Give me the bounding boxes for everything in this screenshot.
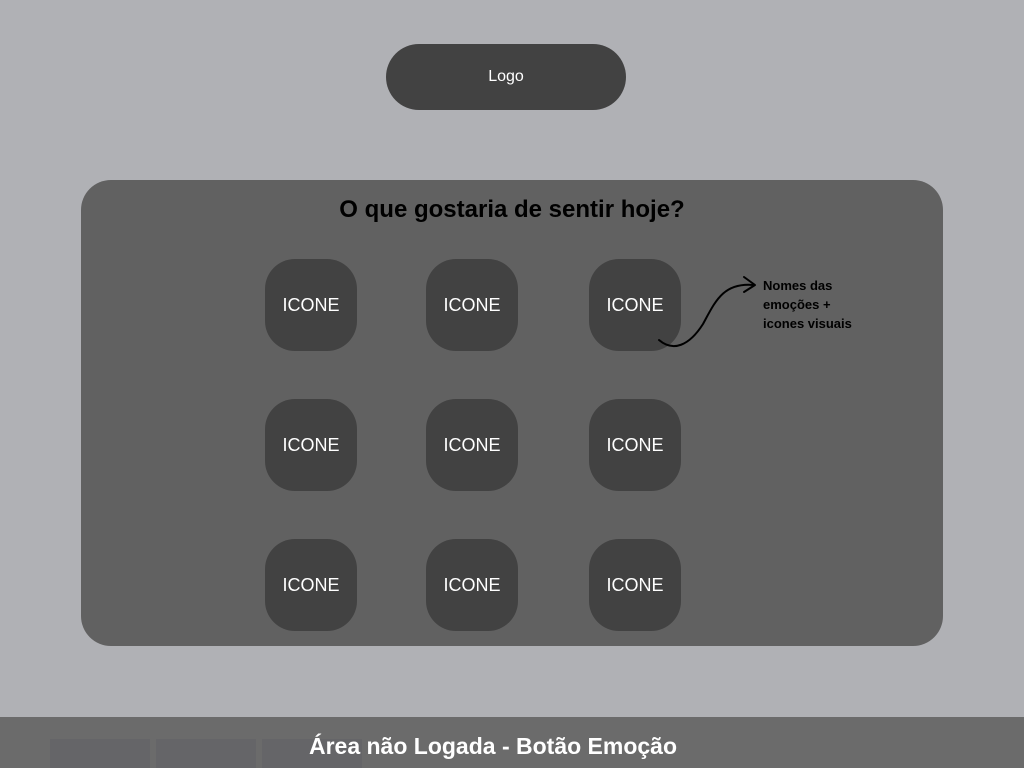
panel-title: O que gostaria de sentir hoje? (339, 196, 685, 223)
emotion-button[interactable]: ICONE (265, 539, 357, 631)
emotion-button[interactable]: ICONE (589, 399, 681, 491)
emotion-button[interactable]: ICONE (589, 539, 681, 631)
logo-button[interactable]: Logo (386, 44, 626, 110)
emotion-icon-placeholder: ICONE (606, 574, 664, 595)
emotion-button[interactable]: ICONE (265, 399, 357, 491)
annotation-line: Nomes das (763, 278, 833, 293)
emotion-icon-placeholder: ICONE (443, 574, 501, 595)
footer-bar: Área não Logada - Botão Emoção (0, 717, 1024, 768)
annotation-line: emoções + (763, 297, 831, 312)
emotion-button[interactable]: ICONE (426, 259, 518, 351)
footer-title: Área não Logada - Botão Emoção (308, 733, 678, 759)
emotion-button[interactable]: ICONE (265, 259, 357, 351)
emotion-icon-placeholder: ICONE (282, 574, 340, 595)
emotion-panel: O que gostaria de sentir hoje? ICONE ICO… (81, 180, 943, 646)
emotion-button[interactable]: ICONE (426, 539, 518, 631)
emotion-icon-placeholder: ICONE (282, 294, 340, 315)
emotion-icon-placeholder: ICONE (282, 434, 340, 455)
emotion-button[interactable]: ICONE (426, 399, 518, 491)
emotion-icon-placeholder: ICONE (443, 294, 501, 315)
curved-arrow-icon (658, 276, 756, 348)
annotation-line: icones visuais (763, 316, 852, 331)
annotation-note: Nomes das emoções + icones visuais (763, 276, 883, 333)
emotion-icon-placeholder: ICONE (443, 434, 501, 455)
emotion-icon-placeholder: ICONE (606, 434, 664, 455)
logo-label: Logo (488, 68, 524, 85)
